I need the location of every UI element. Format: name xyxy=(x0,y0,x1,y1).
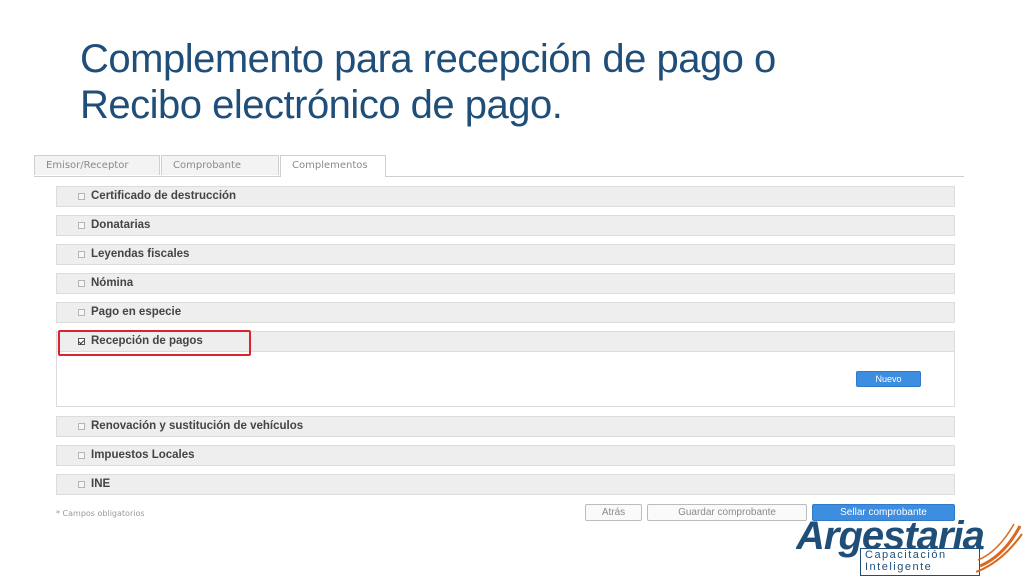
tab-comprobante[interactable]: Comprobante xyxy=(161,155,279,175)
complement-row-impuestos-locales[interactable]: Impuestos Locales xyxy=(56,445,955,466)
new-payment-button[interactable]: Nuevo xyxy=(856,371,921,387)
checkbox[interactable] xyxy=(78,423,85,430)
logo-swoosh-icon xyxy=(976,523,1023,573)
checkbox[interactable] xyxy=(78,481,85,488)
slide-title: Complemento para recepción de pago o Rec… xyxy=(80,36,980,128)
complement-label: Certificado de destrucción xyxy=(91,190,237,202)
complement-label: Renovación y sustitución de vehículos xyxy=(91,420,304,432)
required-fields-note: * Campos obligatorios xyxy=(56,509,145,518)
logo-tagline-line-1: Capacitación xyxy=(865,549,947,561)
checkbox[interactable] xyxy=(78,222,85,229)
back-button[interactable]: Atrás xyxy=(585,504,642,521)
logo-tagline-line-2: Inteligente xyxy=(865,561,933,573)
complement-row-leyendas[interactable]: Leyendas fiscales xyxy=(56,244,955,265)
complement-row-certificado[interactable]: Certificado de destrucción xyxy=(56,186,955,207)
slide-title-line-2: Recibo electrónico de pago. xyxy=(80,83,563,127)
invoice-form-screenshot: Emisor/Receptor Comprobante Complementos… xyxy=(34,154,964,526)
complement-row-donatarias[interactable]: Donatarias xyxy=(56,215,955,236)
checkbox[interactable] xyxy=(78,251,85,258)
checkbox[interactable] xyxy=(78,193,85,200)
complement-label: Nómina xyxy=(91,277,134,289)
complement-row-renovacion-vehiculos[interactable]: Renovación y sustitución de vehículos xyxy=(56,416,955,437)
checkbox[interactable] xyxy=(78,309,85,316)
complement-label: Leyendas fiscales xyxy=(91,248,190,260)
complement-label: Impuestos Locales xyxy=(91,449,195,461)
company-logo: Argestaria Capacitación Inteligente xyxy=(796,516,1024,576)
highlight-box xyxy=(58,330,251,356)
save-invoice-button[interactable]: Guardar comprobante xyxy=(647,504,807,521)
checkbox[interactable] xyxy=(78,452,85,459)
slide-title-line-1: Complemento para recepción de pago o xyxy=(80,37,776,81)
complement-row-ine[interactable]: INE xyxy=(56,474,955,495)
complement-row-pago-especie[interactable]: Pago en especie xyxy=(56,302,955,323)
complement-label: Pago en especie xyxy=(91,306,182,318)
complement-label: Donatarias xyxy=(91,219,151,231)
form-tabs: Emisor/Receptor Comprobante Complementos xyxy=(34,154,964,177)
tab-complementos[interactable]: Complementos xyxy=(280,155,386,177)
recepcion-pagos-panel xyxy=(56,352,955,407)
complement-row-nomina[interactable]: Nómina xyxy=(56,273,955,294)
complement-label: INE xyxy=(91,478,111,490)
logo-tagline: Capacitación Inteligente xyxy=(860,548,980,576)
checkbox[interactable] xyxy=(78,280,85,287)
tab-emisor-receptor[interactable]: Emisor/Receptor xyxy=(34,155,160,175)
